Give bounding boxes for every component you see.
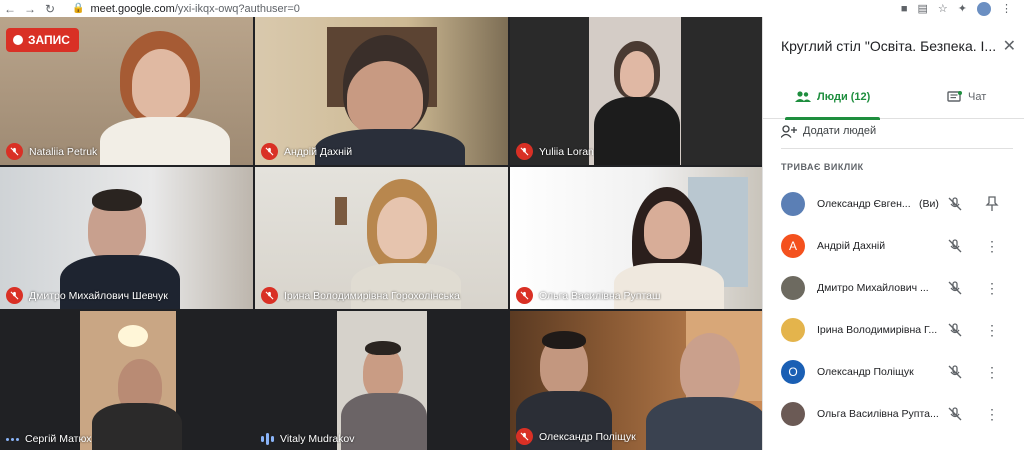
- mic-off-icon: [948, 281, 962, 295]
- mic-off-icon: [948, 239, 962, 253]
- section-heading: ТРИВАЄ ВИКЛИК: [781, 162, 864, 172]
- video-tile[interactable]: Сергій Матюх: [0, 311, 253, 450]
- record-dot-icon: [13, 35, 23, 45]
- audio-idle-icon: [6, 437, 19, 441]
- avatar: [781, 318, 805, 342]
- divider: [781, 148, 1013, 149]
- pin-icon[interactable]: [985, 196, 999, 212]
- star-icon[interactable]: ☆: [938, 2, 948, 15]
- forward-icon[interactable]: →: [20, 2, 40, 16]
- more-icon[interactable]: ⋮: [985, 238, 999, 254]
- panel-tabs: Люди (12) Чат: [763, 75, 1024, 120]
- video-tile[interactable]: Дмитро Михайлович Шевчук: [0, 167, 253, 309]
- participant-row[interactable]: О Олександр Поліщук ⋮: [763, 351, 1024, 393]
- participant-row[interactable]: Олександр Євген... (Ви): [763, 183, 1024, 225]
- participant-name: Yuliia Loran: [539, 145, 594, 158]
- participant-row[interactable]: Ірина Володимирівна Г... ⋮: [763, 309, 1024, 351]
- avatar: А: [781, 234, 805, 258]
- participant-row[interactable]: А Андрій Дахній ⋮: [763, 225, 1024, 267]
- avatar: [781, 192, 805, 216]
- tab-chat[interactable]: Чат: [947, 75, 986, 119]
- video-grid: ЗАПИС Nataliia Petruk Андрій Дахній Yuli…: [0, 17, 762, 450]
- participant-name: Nataliia Petruk: [29, 145, 98, 158]
- recording-label: ЗАПИС: [28, 33, 70, 47]
- recording-badge: ЗАПИС: [6, 28, 79, 52]
- profile-avatar[interactable]: [977, 1, 991, 16]
- back-icon[interactable]: ←: [0, 2, 20, 16]
- participant-name: Дмитро Михайлович Шевчук: [29, 289, 168, 302]
- participant-list-name: Ірина Володимирівна Г...: [817, 324, 938, 336]
- translate-icon[interactable]: ▤: [918, 2, 928, 15]
- add-people-label: Додати людей: [803, 125, 877, 137]
- url-path: /yxi-ikqx-owq?authuser=0: [174, 2, 300, 15]
- participant-name: Ольга Василівна Рупташ: [539, 289, 661, 302]
- participant-row[interactable]: Ольга Василівна Рупта... ⋮: [763, 393, 1024, 435]
- participant-name: Vitaly Mudrakov: [280, 433, 355, 445]
- more-icon[interactable]: ⋮: [985, 406, 999, 422]
- participant-name: Сергій Матюх: [25, 433, 92, 445]
- meeting-title: Круглий стіл "Освіта. Безпека. І...: [781, 38, 997, 54]
- more-icon[interactable]: ⋮: [985, 280, 999, 296]
- participant-row[interactable]: Дмитро Михайлович ... ⋮: [763, 267, 1024, 309]
- participant-name: Ірина Володимирівна Горохолінська: [284, 289, 460, 302]
- video-tile[interactable]: Yuliia Loran: [510, 17, 762, 165]
- tab-people-label: Люди (12): [817, 91, 871, 103]
- video-tile[interactable]: Олександр Поліщук: [510, 311, 762, 450]
- mic-off-icon: [516, 287, 533, 304]
- avatar: О: [781, 360, 805, 384]
- tab-people[interactable]: Люди (12): [784, 75, 881, 120]
- menu-icon[interactable]: ⋮: [1001, 2, 1012, 15]
- you-label: (Ви): [919, 198, 939, 210]
- lock-icon: 🔒: [72, 3, 85, 14]
- avatar: [781, 402, 805, 426]
- participant-name: Олександр Поліщук: [539, 430, 636, 443]
- reload-icon[interactable]: ↻: [40, 2, 60, 16]
- browser-toolbar: ← → ↻ 🔒 meet.google.com /yxi-ikqx-owq?au…: [0, 0, 1024, 17]
- chat-icon: [947, 90, 962, 102]
- video-tile[interactable]: Ольга Василівна Рупташ: [510, 167, 762, 309]
- people-panel: Круглий стіл "Освіта. Безпека. І... ✕ Лю…: [762, 17, 1024, 450]
- participant-list-name: Дмитро Михайлович ...: [817, 282, 929, 294]
- mic-off-icon: [6, 287, 23, 304]
- extensions-icon[interactable]: ✦: [958, 2, 967, 15]
- tab-chat-label: Чат: [968, 91, 987, 103]
- mic-off-icon: [261, 143, 278, 160]
- url-host: meet.google.com: [90, 2, 175, 15]
- mic-off-icon: [948, 323, 962, 337]
- participant-list-name: Олександр Поліщук: [817, 366, 914, 378]
- camera-icon[interactable]: ■: [901, 3, 908, 15]
- audio-speaking-icon: [261, 433, 274, 445]
- avatar: [781, 276, 805, 300]
- mic-off-icon: [516, 428, 533, 445]
- video-tile[interactable]: Ірина Володимирівна Горохолінська: [255, 167, 508, 309]
- mic-off-icon: [948, 197, 962, 211]
- address-bar[interactable]: 🔒 meet.google.com /yxi-ikqx-owq?authuser…: [72, 3, 300, 15]
- close-icon[interactable]: ✕: [1003, 36, 1016, 56]
- participant-name: Андрій Дахній: [284, 145, 353, 158]
- mic-off-icon: [516, 143, 533, 160]
- more-icon[interactable]: ⋮: [985, 364, 999, 380]
- mic-off-icon: [948, 365, 962, 379]
- more-icon[interactable]: ⋮: [985, 322, 999, 338]
- add-person-icon: [781, 124, 797, 138]
- participant-list-name: Ольга Василівна Рупта...: [817, 408, 939, 420]
- add-people-button[interactable]: Додати людей: [781, 119, 876, 143]
- participant-list-name: Олександр Євген...: [817, 198, 911, 210]
- mic-off-icon: [948, 407, 962, 421]
- video-tile[interactable]: Vitaly Mudrakov: [255, 311, 508, 450]
- participant-list-name: Андрій Дахній: [817, 240, 886, 252]
- people-icon: [795, 91, 811, 102]
- mic-off-icon: [261, 287, 278, 304]
- video-tile[interactable]: Андрій Дахній: [255, 17, 508, 165]
- mic-off-icon: [6, 143, 23, 160]
